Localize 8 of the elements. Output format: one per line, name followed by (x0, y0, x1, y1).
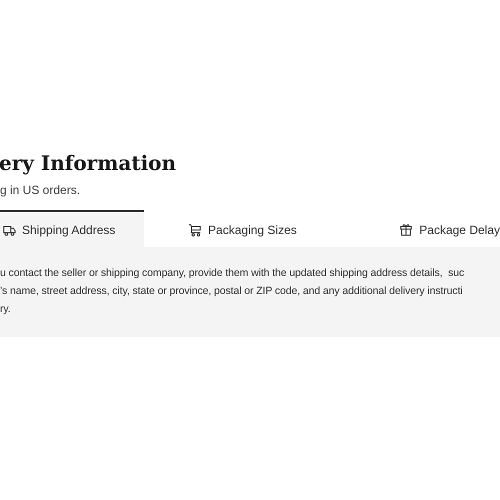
tab[interactable]: Shipping Address (0, 210, 144, 247)
cart-icon (188, 222, 202, 236)
body-text-line: ’s name, street address, city, state or province, postal or ZIP code, and any additional delivery instructi (0, 284, 463, 299)
page-subtitle: g in US orders. (0, 182, 80, 198)
box-icon (399, 222, 414, 236)
body-text-line: ry. (0, 302, 11, 317)
body-text-line: u contact the seller or shipping company, provide them with the updated shipping address details, suc (0, 266, 464, 281)
page-title: ery Information (0, 150, 176, 176)
